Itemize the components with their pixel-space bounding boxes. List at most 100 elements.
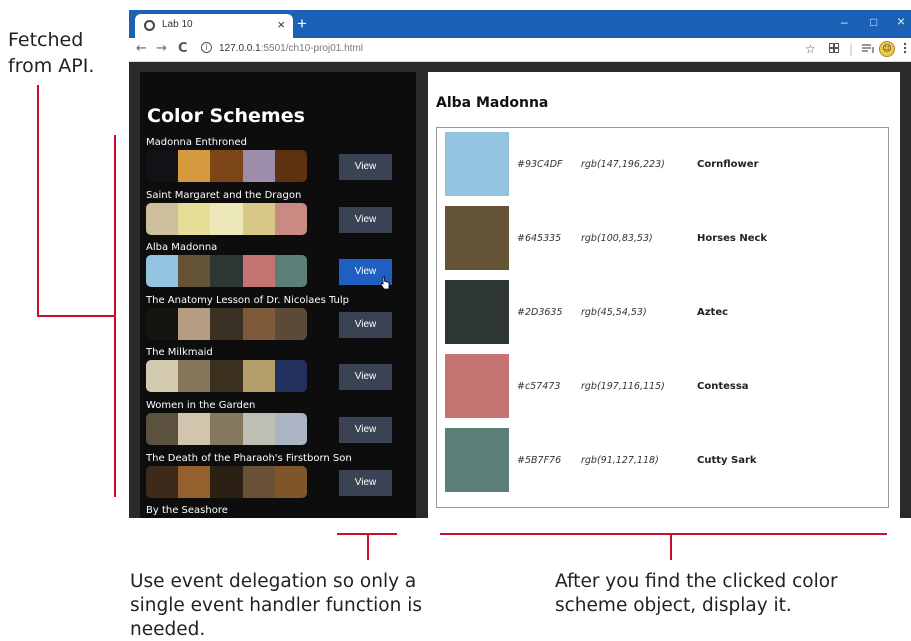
color-hex: #645335 — [517, 233, 562, 244]
color-swatch — [146, 307, 179, 340]
scheme-swatches — [146, 465, 307, 498]
star-icon[interactable]: ☆ — [805, 42, 816, 56]
color-swatch — [146, 465, 179, 498]
color-swatch — [274, 255, 307, 288]
color-swatch — [178, 413, 211, 445]
color-swatch — [210, 307, 243, 340]
color-swatch — [178, 202, 211, 235]
extensions-icon[interactable] — [829, 42, 839, 56]
color-detail-box: #93C4DF rgb(147,196,223) Cornflower #645335… — [436, 127, 889, 508]
view-button[interactable]: View — [339, 364, 392, 391]
browser-window: Lab 10 × + – □ × ← → C i 127.0.0.1:5501/… — [129, 10, 911, 518]
globe-icon — [144, 20, 155, 31]
scheme-swatches — [146, 255, 307, 288]
view-button[interactable]: View — [339, 417, 392, 443]
annotation-line — [367, 533, 369, 560]
color-rgb: rgb(100,83,53) — [581, 233, 653, 244]
forward-icon[interactable]: → — [156, 41, 167, 56]
close-tab-icon[interactable]: × — [277, 17, 285, 32]
color-rgb: rgb(147,196,223) — [581, 159, 665, 170]
url-field[interactable]: 127.0.0.1:5501/ch10-proj01.html — [219, 43, 363, 54]
color-name: Contessa — [697, 381, 749, 392]
color-swatch — [274, 360, 307, 393]
scheme-name: The Death of the Pharaoh's Firstborn Son — [146, 452, 352, 464]
color-row: #c57473 rgb(197,116,115) Contessa — [445, 354, 885, 418]
panel-title: Color Schemes — [147, 105, 305, 127]
color-row: #5B7F76 rgb(91,127,118) Cutty Sark — [445, 428, 885, 492]
color-swatch-large — [445, 354, 509, 418]
scheme-item: Alba Madonna View — [140, 242, 416, 294]
more-menu-icon[interactable] — [903, 42, 907, 57]
scheme-item: By the Seashore — [140, 505, 416, 518]
tab-bar: Lab 10 × + – □ × — [129, 10, 911, 38]
back-icon[interactable]: ← — [136, 41, 147, 56]
color-swatch-large — [445, 206, 509, 270]
color-name: Aztec — [697, 307, 729, 318]
color-swatch — [146, 413, 179, 445]
annotation-line — [670, 533, 672, 560]
color-swatch — [274, 413, 307, 445]
color-swatch — [146, 255, 179, 288]
color-hex: #93C4DF — [517, 159, 563, 170]
color-swatch — [242, 413, 275, 445]
info-icon[interactable]: i — [201, 42, 212, 53]
color-rgb: rgb(91,127,118) — [581, 455, 659, 466]
color-rgb: rgb(45,54,53) — [581, 307, 647, 318]
scheme-item: The Anatomy Lesson of Dr. Nicolaes Tulp V… — [140, 295, 416, 347]
view-button[interactable]: View — [339, 154, 392, 180]
color-swatch — [242, 360, 275, 393]
color-row: #93C4DF rgb(147,196,223) Cornflower — [445, 132, 885, 196]
scheme-item: Women in the Garden View — [140, 400, 416, 452]
new-tab-icon[interactable]: + — [297, 14, 307, 34]
view-button[interactable]: View — [339, 469, 392, 496]
color-swatch — [274, 465, 307, 498]
color-swatch — [274, 307, 307, 340]
color-swatch — [178, 150, 211, 182]
color-name: Horses Neck — [697, 233, 768, 244]
minimize-icon[interactable]: – — [841, 15, 848, 29]
scheme-swatches — [146, 202, 307, 235]
scheme-name: The Milkmaid — [146, 347, 213, 359]
color-swatch — [178, 255, 211, 288]
scheme-detail-panel: Alba Madonna #93C4DF rgb(147,196,223) Corn… — [428, 72, 900, 518]
annotation-line — [37, 85, 39, 315]
scheme-name: Women in the Garden — [146, 400, 256, 411]
hand-cursor-icon — [380, 275, 390, 290]
color-row: #645335 rgb(100,83,53) Horses Neck — [445, 206, 885, 270]
scheme-swatches — [146, 150, 307, 182]
scheme-item: Saint Margaret and the Dragon View — [140, 190, 416, 242]
color-swatch — [242, 202, 275, 235]
url-path: :5501/ch10-proj01.html — [260, 43, 364, 54]
scheme-name: Alba Madonna — [146, 242, 218, 254]
color-swatch — [210, 465, 243, 498]
color-swatch — [242, 255, 275, 288]
color-swatch — [178, 307, 211, 340]
browser-tab[interactable]: Lab 10 × — [135, 14, 293, 38]
view-button[interactable]: View — [339, 311, 392, 338]
profile-avatar-icon[interactable]: ☺ — [879, 41, 895, 57]
scheme-name: Saint Margaret and the Dragon — [146, 189, 302, 201]
color-row: #2D3635 rgb(45,54,53) Aztec — [445, 280, 885, 344]
window-close-icon[interactable]: × — [897, 13, 905, 29]
color-swatch — [178, 465, 211, 498]
scheme-item: Madonna Enthroned View — [140, 137, 416, 189]
detail-title: Alba Madonna — [436, 95, 549, 111]
scheme-swatches — [146, 307, 307, 340]
color-swatch — [146, 360, 179, 393]
color-swatch — [146, 150, 179, 182]
color-swatch — [210, 150, 243, 182]
scheme-name: Madonna Enthroned — [146, 137, 247, 148]
color-swatch — [210, 255, 243, 288]
scheme-name: The Anatomy Lesson of Dr. Nicolaes Tulp — [146, 294, 350, 306]
view-button[interactable]: View — [339, 206, 392, 233]
reload-icon[interactable]: C — [178, 41, 188, 56]
annotation-fetched: Fetched from API. — [8, 29, 95, 77]
maximize-icon[interactable]: □ — [870, 15, 877, 29]
reading-list-icon[interactable] — [862, 42, 874, 56]
color-name: Cutty Sark — [697, 455, 757, 466]
color-swatch — [274, 202, 307, 235]
color-hex: #2D3635 — [517, 307, 563, 318]
url-host: 127.0.0.1 — [219, 43, 261, 54]
annotation-display: After you find the clicked color scheme … — [555, 571, 838, 616]
scheme-name: By the Seashore — [146, 505, 228, 517]
